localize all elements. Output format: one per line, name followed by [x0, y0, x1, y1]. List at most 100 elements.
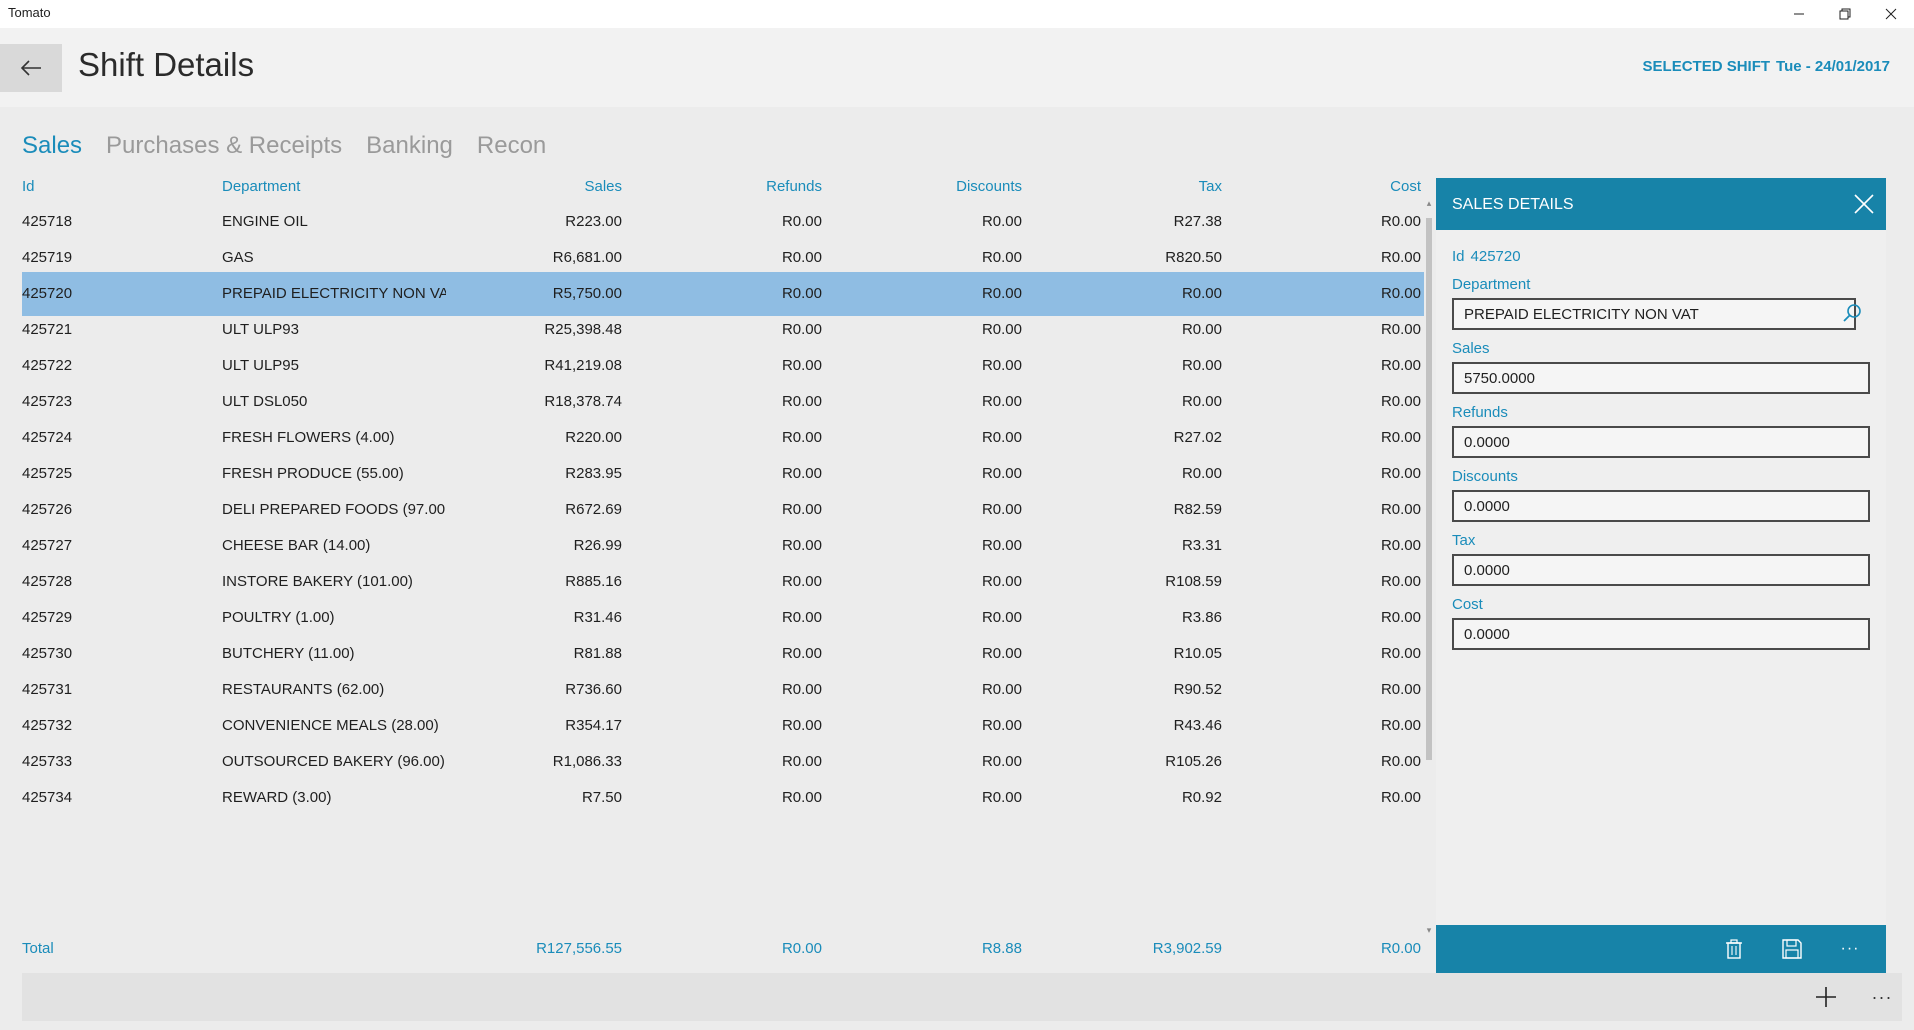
- tab-sales[interactable]: Sales: [22, 132, 82, 160]
- cell-discounts: R0.00: [981, 357, 1022, 374]
- cell-sales: R5,750.00: [552, 285, 622, 302]
- cell-department: ULT ULP95: [222, 357, 299, 374]
- refunds-field[interactable]: 0.0000: [1452, 426, 1870, 458]
- cell-sales: R1,086.33: [552, 753, 622, 770]
- cell-department: DELI PREPARED FOODS (97.00: [222, 501, 446, 518]
- cell-id: 425726: [22, 501, 73, 518]
- column-header-sales[interactable]: Sales: [452, 178, 622, 195]
- add-button[interactable]: [1802, 973, 1850, 1021]
- cell-refunds: R0.00: [781, 717, 822, 734]
- scroll-up-icon[interactable]: ▴: [1424, 198, 1434, 209]
- column-header-id[interactable]: Id: [22, 178, 172, 195]
- totals-cost: R0.00: [1380, 940, 1421, 957]
- save-icon: [1782, 939, 1802, 959]
- cell-discounts: R0.00: [981, 645, 1022, 662]
- tab-recon[interactable]: Recon: [477, 132, 546, 160]
- cell-sales: R26.99: [573, 537, 622, 554]
- cell-discounts: R0.00: [981, 609, 1022, 626]
- cell-discounts: R0.00: [981, 789, 1022, 806]
- selected-shift-value: Tue - 24/01/2017: [1776, 58, 1890, 75]
- cell-cost: R0.00: [1380, 573, 1421, 590]
- cell-sales: R41,219.08: [544, 357, 622, 374]
- restore-button[interactable]: [1822, 0, 1868, 28]
- panel-close-button[interactable]: [1842, 182, 1886, 226]
- cell-tax: R0.00: [1181, 285, 1222, 302]
- cell-discounts: R0.00: [981, 753, 1022, 770]
- cell-cost: R0.00: [1380, 753, 1421, 770]
- cell-id: 425724: [22, 429, 73, 446]
- scroll-down-icon[interactable]: ▾: [1424, 925, 1434, 936]
- cell-department: CONVENIENCE MEALS (28.00): [222, 717, 439, 734]
- cell-id: 425723: [22, 393, 73, 410]
- close-window-button[interactable]: [1868, 0, 1914, 28]
- cell-cost: R0.00: [1380, 465, 1421, 482]
- totals-label: Total: [22, 940, 54, 957]
- cell-tax: R820.50: [1165, 249, 1222, 266]
- department-label: Department: [1452, 276, 1531, 293]
- sales-field[interactable]: 5750.0000: [1452, 362, 1870, 394]
- page-header: Shift Details SELECTED SHIFT Tue - 24/01/…: [0, 28, 1914, 107]
- cell-cost: R0.00: [1380, 285, 1421, 302]
- cost-field[interactable]: 0.0000: [1452, 618, 1870, 650]
- discounts-field[interactable]: 0.0000: [1452, 490, 1870, 522]
- cell-department: INSTORE BAKERY (101.00): [222, 573, 413, 590]
- totals-discounts: R8.88: [981, 940, 1022, 957]
- cell-id: 425718: [22, 213, 73, 230]
- cell-tax: R0.00: [1181, 393, 1222, 410]
- selected-shift-label: SELECTED SHIFT: [1642, 58, 1771, 75]
- tab-banking[interactable]: Banking: [366, 132, 453, 160]
- delete-icon: [1726, 939, 1742, 959]
- column-header-department[interactable]: Department: [222, 178, 446, 195]
- cell-department: FRESH FLOWERS (4.00): [222, 429, 395, 446]
- cell-cost: R0.00: [1380, 501, 1421, 518]
- cell-tax: R0.92: [1181, 789, 1222, 806]
- cell-tax: R82.59: [1173, 501, 1222, 518]
- cell-id: 425731: [22, 681, 73, 698]
- save-button[interactable]: [1770, 925, 1814, 973]
- cell-cost: R0.00: [1380, 249, 1421, 266]
- cell-discounts: R0.00: [981, 681, 1022, 698]
- tab-purchases-receipts[interactable]: Purchases & Receipts: [106, 132, 342, 160]
- cost-label: Cost: [1452, 596, 1483, 613]
- cell-department: OUTSOURCED BAKERY (96.00): [222, 753, 445, 770]
- minimize-button[interactable]: [1776, 0, 1822, 28]
- cell-cost: R0.00: [1380, 717, 1421, 734]
- more-icon: ···: [1840, 940, 1860, 957]
- panel-more-button[interactable]: ···: [1828, 925, 1872, 973]
- cell-sales: R283.95: [565, 465, 622, 482]
- cell-cost: R0.00: [1380, 681, 1421, 698]
- cell-department: ENGINE OIL: [222, 213, 308, 230]
- cell-discounts: R0.00: [981, 321, 1022, 338]
- cell-sales: R6,681.00: [552, 249, 622, 266]
- scroll-thumb[interactable]: [1426, 218, 1432, 760]
- cell-refunds: R0.00: [781, 501, 822, 518]
- column-header-tax[interactable]: Tax: [1032, 178, 1222, 195]
- sales-label: Sales: [1452, 340, 1490, 357]
- cell-cost: R0.00: [1380, 429, 1421, 446]
- tax-field[interactable]: 0.0000: [1452, 554, 1870, 586]
- close-icon: [1885, 8, 1897, 20]
- tab-bar: Sales Purchases & Receipts Banking Recon: [22, 132, 546, 160]
- table-row[interactable]: 425734 REWARD (3.00) R7.50 R0.00 R0.00 R0.92 R…: [22, 776, 1424, 820]
- column-header-refunds[interactable]: Refunds: [632, 178, 822, 195]
- cell-id: 425722: [22, 357, 73, 374]
- back-arrow-icon: [20, 60, 41, 76]
- more-button[interactable]: ···: [1862, 973, 1902, 1021]
- sales-table-body: 425718 ENGINE OIL R223.00 R0.00 R0.00 R27.38 R…: [22, 200, 1424, 940]
- cell-sales: R18,378.74: [544, 393, 622, 410]
- cell-tax: R90.52: [1173, 681, 1222, 698]
- back-button[interactable]: [0, 44, 62, 92]
- delete-button[interactable]: [1712, 925, 1756, 973]
- department-search-button[interactable]: [1842, 302, 1864, 324]
- cell-discounts: R0.00: [981, 717, 1022, 734]
- cell-cost: R0.00: [1380, 357, 1421, 374]
- cell-id: 425727: [22, 537, 73, 554]
- cell-discounts: R0.00: [981, 213, 1022, 230]
- column-header-cost[interactable]: Cost: [1232, 178, 1421, 195]
- column-header-discounts[interactable]: Discounts: [832, 178, 1022, 195]
- cell-cost: R0.00: [1380, 645, 1421, 662]
- app-title: Tomato: [8, 5, 51, 20]
- cell-discounts: R0.00: [981, 393, 1022, 410]
- department-field[interactable]: PREPAID ELECTRICITY NON VAT: [1452, 298, 1856, 330]
- table-scrollbar[interactable]: ▴ ▾: [1424, 198, 1434, 936]
